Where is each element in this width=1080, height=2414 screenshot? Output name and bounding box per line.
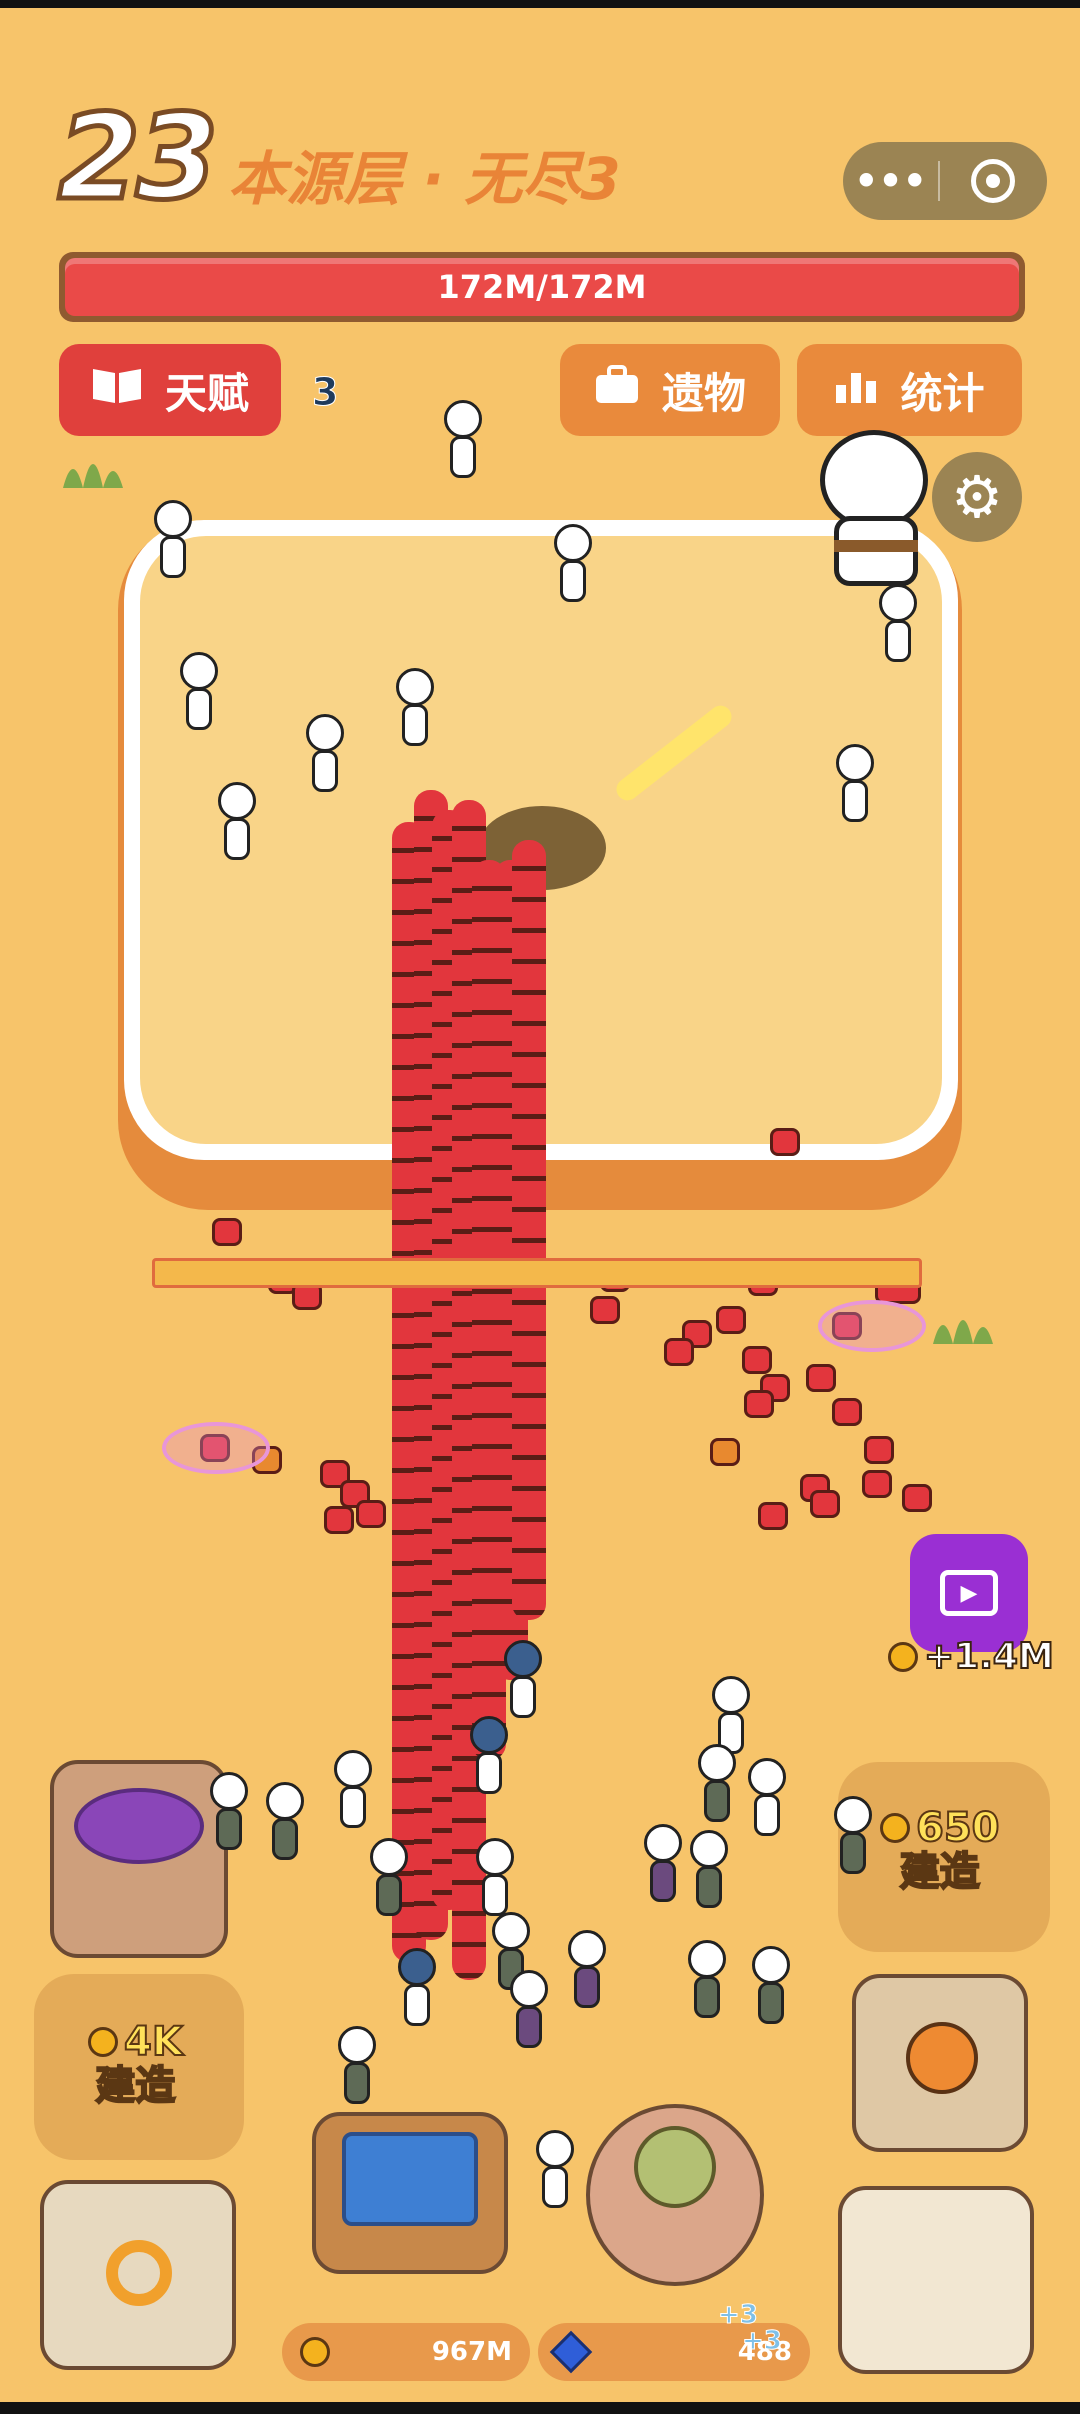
gem-icon <box>549 2330 593 2374</box>
build-cost: 650 <box>915 1805 1000 1851</box>
enemy-figure <box>550 524 596 610</box>
enemy-unit <box>744 1390 774 1418</box>
enemy-figure <box>176 652 222 738</box>
boss-hp-label: 172M/172M <box>437 268 647 306</box>
relic-label: 遗物 <box>661 368 746 418</box>
gold-counter: 967M <box>282 2323 530 2381</box>
boss-character <box>800 420 950 590</box>
enemy-unit <box>864 1436 894 1464</box>
market-stall[interactable] <box>312 2112 508 2274</box>
soldier-unit <box>500 1640 546 1726</box>
video-reward-amount: +1.4M <box>888 1635 1055 1678</box>
enemy-unit <box>832 1398 862 1426</box>
coin-icon <box>880 1813 910 1843</box>
wizard-unit <box>564 1930 610 2016</box>
talent-button[interactable]: 天赋 <box>59 344 281 436</box>
enemy-swarm-column <box>512 840 546 1620</box>
book-icon <box>91 365 143 415</box>
enemy-unit <box>862 1470 892 1498</box>
talent-label: 天赋 <box>164 368 249 418</box>
enemy-unit <box>770 1128 800 1156</box>
library-tower[interactable] <box>586 2104 764 2286</box>
enemy-unit <box>212 1218 242 1246</box>
spawn-circle <box>818 1300 926 1352</box>
more-dots-icon[interactable]: ••• <box>843 142 938 220</box>
enemy-figure <box>440 400 486 486</box>
kettlebell-gym[interactable] <box>852 1974 1028 2152</box>
soldier-unit <box>394 1948 440 2034</box>
soldier-unit <box>466 1716 512 1802</box>
wizard-unit <box>684 1940 730 2026</box>
video-reward-label: +1.4M <box>923 1635 1055 1678</box>
coin-icon <box>300 2337 330 2367</box>
wizard-unit <box>640 1824 686 1910</box>
video-reward-button[interactable]: ▶ <box>910 1534 1028 1652</box>
boss-hp-fill: 172M/172M <box>65 258 1019 316</box>
play-video-icon: ▶ <box>940 1570 998 1616</box>
build-slot-650[interactable]: 650 建造 <box>880 1805 1000 1895</box>
supply-tent[interactable] <box>838 2186 1034 2374</box>
home-indicator-bar <box>0 2402 1080 2414</box>
build-slot-4k[interactable]: 4K 建造 <box>88 2019 184 2109</box>
relic-button[interactable]: 遗物 <box>560 344 780 436</box>
enemy-unit <box>716 1306 746 1334</box>
game-scene: 23 本源层 · 无尽3 ••• 172M/172M 天赋 3 遗物 统计 ⚙ <box>0 0 1080 2414</box>
coin-icon <box>88 2027 118 2057</box>
wave-progress-bar <box>152 1258 922 1288</box>
wizard-unit <box>694 1744 740 1830</box>
ring-altar[interactable] <box>40 2180 236 2370</box>
coin-icon <box>888 1641 918 1672</box>
enemy-unit <box>324 1506 354 1534</box>
gem-gain-popup: +3 <box>742 2326 783 2357</box>
wizard-unit <box>686 1830 732 1916</box>
enemy-unit <box>758 1502 788 1530</box>
enemy-unit <box>590 1296 620 1324</box>
status-bar <box>0 0 1080 8</box>
enemy-figure <box>302 714 348 800</box>
enemy-unit <box>806 1364 836 1392</box>
enemy-unit <box>810 1490 840 1518</box>
level-title: 本源层 · 无尽3 <box>228 145 621 213</box>
mini-program-capsule: ••• <box>843 142 1047 220</box>
wizard-unit <box>532 2130 578 2216</box>
enemy-figure <box>392 668 438 754</box>
wizard-unit <box>366 1838 412 1924</box>
build-action-label: 建造 <box>94 2063 176 2109</box>
enemy-figure <box>875 584 921 670</box>
wizard-unit <box>334 2026 380 2112</box>
boss-hp-bar: 172M/172M <box>59 252 1025 322</box>
wizard-unit <box>206 1772 252 1858</box>
enemy-figure <box>214 782 260 868</box>
enemy-unit <box>902 1484 932 1512</box>
talent-badge: 3 <box>311 370 339 415</box>
bar-chart-icon <box>834 366 878 415</box>
wizard-unit <box>748 1946 794 2032</box>
enemy-figure <box>832 744 878 830</box>
enemy-unit <box>664 1338 694 1366</box>
level-number: 23 <box>55 88 220 226</box>
gold-value: 967M <box>431 2337 512 2367</box>
enemy-figure <box>150 500 196 586</box>
briefcase-icon <box>594 365 640 415</box>
wizard-unit <box>262 1782 308 1868</box>
grass-tuft <box>63 464 123 488</box>
wizard-unit <box>330 1750 376 1836</box>
stats-label: 统计 <box>900 368 985 418</box>
spawn-circle <box>162 1422 270 1474</box>
enemy-unit <box>356 1500 386 1528</box>
enemy-unit <box>710 1438 740 1466</box>
wizard-unit <box>506 1970 552 2056</box>
build-action-label: 建造 <box>899 1849 981 1895</box>
grass-tuft <box>933 1320 993 1344</box>
wizard-unit <box>830 1796 876 1882</box>
build-cost: 4K <box>123 2019 184 2065</box>
wizard-unit <box>744 1758 790 1844</box>
enemy-unit <box>742 1346 772 1374</box>
portal-tower[interactable] <box>50 1760 228 1958</box>
target-circle-icon[interactable] <box>940 142 1045 220</box>
